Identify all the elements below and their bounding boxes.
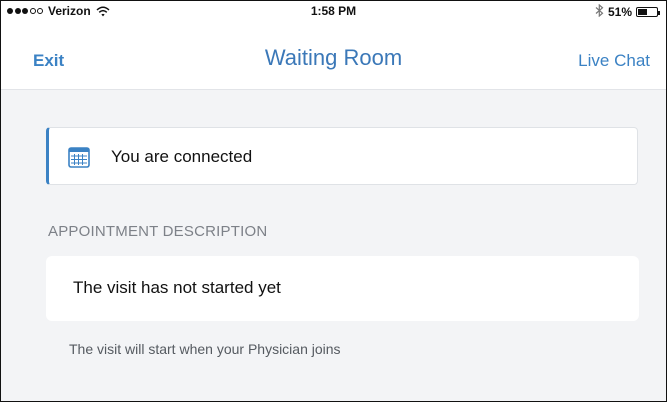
battery-percent: 51%	[607, 5, 632, 19]
status-time: 1:58 PM	[310, 4, 357, 18]
status-right: 51%	[595, 3, 660, 20]
appointment-description-heading: APPOINTMENT DESCRIPTION	[48, 223, 268, 240]
visit-status-text: The visit has not started yet	[73, 278, 281, 297]
calendar-icon	[67, 145, 91, 169]
bluetooth-icon	[595, 3, 604, 20]
page-title: Waiting Room	[264, 45, 403, 70]
connection-status-card: You are connected	[46, 127, 638, 185]
navigation-bar: Exit Waiting Room Live Chat	[1, 21, 666, 90]
visit-helper-text: The visit will start when your Physician…	[69, 341, 341, 357]
battery-icon	[636, 7, 660, 17]
connection-status-text: You are connected	[111, 147, 253, 166]
live-chat-button[interactable]: Live Chat	[578, 51, 650, 71]
app-screen: Verizon 1:58 PM 51% Exit Waiting Room Li…	[0, 0, 667, 402]
appointment-description-card: The visit has not started yet	[46, 256, 639, 321]
battery-level-fill	[638, 9, 648, 15]
status-bar: Verizon 1:58 PM 51%	[1, 1, 666, 21]
